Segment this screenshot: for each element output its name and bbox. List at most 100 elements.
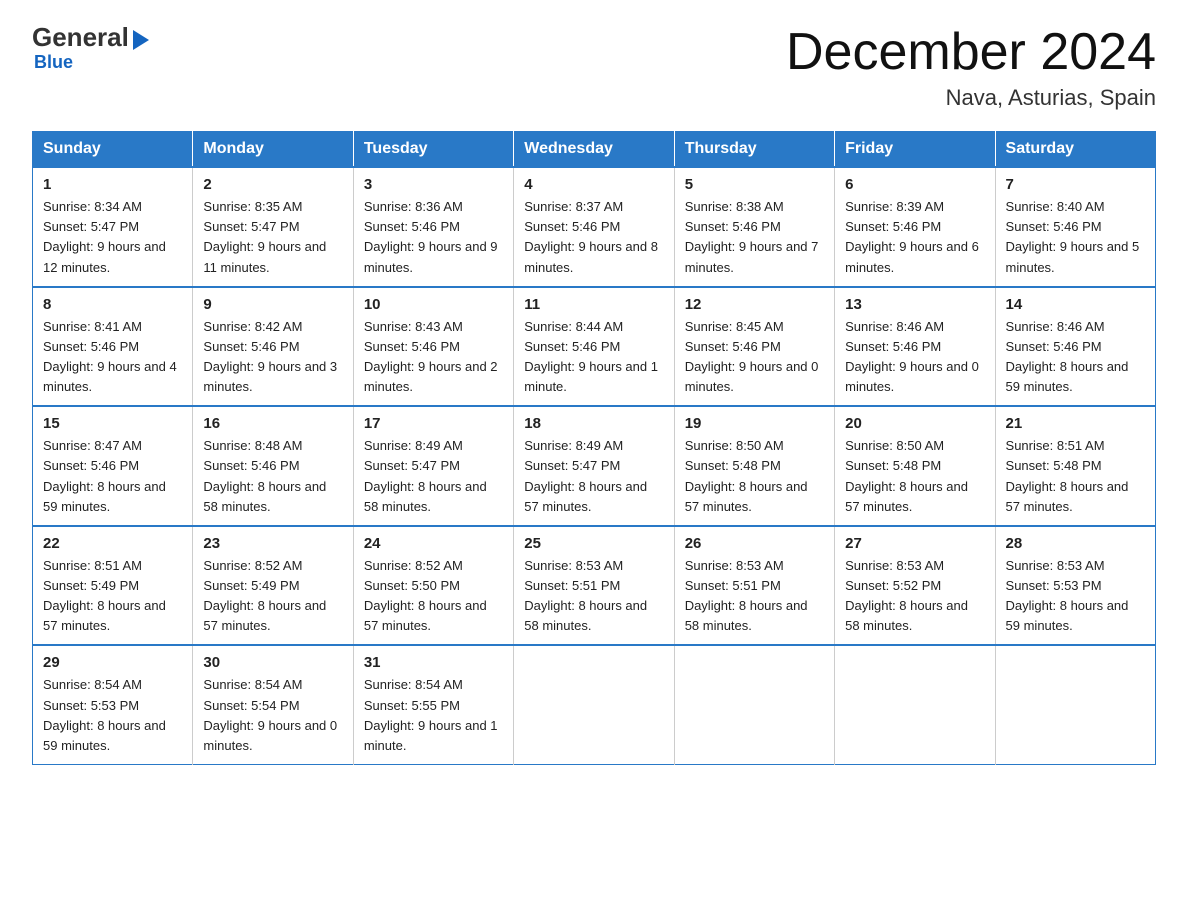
calendar-cell: 3 Sunrise: 8:36 AMSunset: 5:46 PMDaylight… [353, 167, 513, 287]
calendar-cell [674, 645, 834, 764]
calendar-cell: 7 Sunrise: 8:40 AMSunset: 5:46 PMDaylight… [995, 167, 1155, 287]
day-info: Sunrise: 8:53 AMSunset: 5:51 PMDaylight:… [524, 556, 663, 637]
day-info: Sunrise: 8:40 AMSunset: 5:46 PMDaylight:… [1006, 197, 1145, 278]
calendar-cell: 1 Sunrise: 8:34 AMSunset: 5:47 PMDaylight… [33, 167, 193, 287]
day-number: 1 [43, 176, 182, 193]
day-info: Sunrise: 8:45 AMSunset: 5:46 PMDaylight:… [685, 317, 824, 398]
calendar-cell: 20 Sunrise: 8:50 AMSunset: 5:48 PMDayligh… [835, 406, 995, 526]
calendar-cell: 14 Sunrise: 8:46 AMSunset: 5:46 PMDayligh… [995, 287, 1155, 407]
day-info: Sunrise: 8:49 AMSunset: 5:47 PMDaylight:… [364, 436, 503, 517]
day-number: 19 [685, 415, 824, 432]
day-info: Sunrise: 8:46 AMSunset: 5:46 PMDaylight:… [1006, 317, 1145, 398]
calendar-cell: 2Sunrise: 8:35 AMSunset: 5:47 PMDaylight… [193, 167, 353, 287]
day-number: 7 [1006, 176, 1145, 193]
day-number: 11 [524, 296, 663, 313]
calendar-cell: 26 Sunrise: 8:53 AMSunset: 5:51 PMDayligh… [674, 526, 834, 646]
day-number: 14 [1006, 296, 1145, 313]
calendar-cell [514, 645, 674, 764]
calendar-week-5: 29 Sunrise: 8:54 AMSunset: 5:53 PMDayligh… [33, 645, 1156, 764]
day-info: Sunrise: 8:47 AMSunset: 5:46 PMDaylight:… [43, 436, 182, 517]
logo: General Blue [32, 24, 153, 73]
day-of-week-wednesday: Wednesday [514, 132, 674, 168]
page-header: General Blue December 2024 Nava, Asturia… [32, 24, 1156, 111]
calendar-cell: 24Sunrise: 8:52 AMSunset: 5:50 PMDayligh… [353, 526, 513, 646]
day-number: 31 [364, 654, 503, 671]
day-of-week-saturday: Saturday [995, 132, 1155, 168]
day-number: 4 [524, 176, 663, 193]
day-number: 29 [43, 654, 182, 671]
day-info: Sunrise: 8:50 AMSunset: 5:48 PMDaylight:… [845, 436, 984, 517]
calendar-header: SundayMondayTuesdayWednesdayThursdayFrid… [33, 132, 1156, 168]
day-number: 16 [203, 415, 342, 432]
calendar-cell [835, 645, 995, 764]
day-info: Sunrise: 8:34 AMSunset: 5:47 PMDaylight:… [43, 197, 182, 278]
calendar-cell: 9Sunrise: 8:42 AMSunset: 5:46 PMDaylight… [193, 287, 353, 407]
day-number: 28 [1006, 535, 1145, 552]
day-number: 3 [364, 176, 503, 193]
calendar-cell: 4Sunrise: 8:37 AMSunset: 5:46 PMDaylight… [514, 167, 674, 287]
day-number: 27 [845, 535, 984, 552]
day-info: Sunrise: 8:48 AMSunset: 5:46 PMDaylight:… [203, 436, 342, 517]
calendar-cell: 12 Sunrise: 8:45 AMSunset: 5:46 PMDayligh… [674, 287, 834, 407]
day-info: Sunrise: 8:50 AMSunset: 5:48 PMDaylight:… [685, 436, 824, 517]
day-info: Sunrise: 8:44 AMSunset: 5:46 PMDaylight:… [524, 317, 663, 398]
day-info: Sunrise: 8:53 AMSunset: 5:51 PMDaylight:… [685, 556, 824, 637]
day-number: 5 [685, 176, 824, 193]
day-number: 20 [845, 415, 984, 432]
calendar-cell: 29 Sunrise: 8:54 AMSunset: 5:53 PMDayligh… [33, 645, 193, 764]
title-area: December 2024 Nava, Asturias, Spain [786, 24, 1156, 111]
day-info: Sunrise: 8:52 AMSunset: 5:49 PMDaylight:… [203, 556, 342, 637]
day-number: 15 [43, 415, 182, 432]
day-number: 8 [43, 296, 182, 313]
calendar-cell [995, 645, 1155, 764]
calendar-cell: 31 Sunrise: 8:54 AMSunset: 5:55 PMDayligh… [353, 645, 513, 764]
day-info: Sunrise: 8:38 AMSunset: 5:46 PMDaylight:… [685, 197, 824, 278]
calendar-subtitle: Nava, Asturias, Spain [786, 85, 1156, 111]
calendar-cell: 30Sunrise: 8:54 AMSunset: 5:54 PMDayligh… [193, 645, 353, 764]
day-info: Sunrise: 8:35 AMSunset: 5:47 PMDaylight:… [203, 197, 342, 278]
day-info: Sunrise: 8:52 AMSunset: 5:50 PMDaylight:… [364, 556, 503, 637]
calendar-cell: 17 Sunrise: 8:49 AMSunset: 5:47 PMDayligh… [353, 406, 513, 526]
day-info: Sunrise: 8:46 AMSunset: 5:46 PMDaylight:… [845, 317, 984, 398]
day-number: 18 [524, 415, 663, 432]
calendar-table: SundayMondayTuesdayWednesdayThursdayFrid… [32, 131, 1156, 765]
day-of-week-monday: Monday [193, 132, 353, 168]
day-number: 23 [203, 535, 342, 552]
day-info: Sunrise: 8:54 AMSunset: 5:55 PMDaylight:… [364, 675, 503, 756]
day-info: Sunrise: 8:39 AMSunset: 5:46 PMDaylight:… [845, 197, 984, 278]
calendar-cell: 22 Sunrise: 8:51 AMSunset: 5:49 PMDayligh… [33, 526, 193, 646]
day-number: 25 [524, 535, 663, 552]
day-info: Sunrise: 8:53 AMSunset: 5:53 PMDaylight:… [1006, 556, 1145, 637]
calendar-title: December 2024 [786, 24, 1156, 81]
day-number: 26 [685, 535, 824, 552]
day-info: Sunrise: 8:43 AMSunset: 5:46 PMDaylight:… [364, 317, 503, 398]
calendar-week-1: 1 Sunrise: 8:34 AMSunset: 5:47 PMDaylight… [33, 167, 1156, 287]
logo-triangle-icon [133, 30, 149, 50]
day-info: Sunrise: 8:51 AMSunset: 5:49 PMDaylight:… [43, 556, 182, 637]
calendar-cell: 11 Sunrise: 8:44 AMSunset: 5:46 PMDayligh… [514, 287, 674, 407]
day-number: 22 [43, 535, 182, 552]
day-info: Sunrise: 8:49 AMSunset: 5:47 PMDaylight:… [524, 436, 663, 517]
calendar-cell: 21Sunrise: 8:51 AMSunset: 5:48 PMDayligh… [995, 406, 1155, 526]
day-number: 9 [203, 296, 342, 313]
logo-general: General [32, 24, 129, 50]
calendar-cell: 28 Sunrise: 8:53 AMSunset: 5:53 PMDayligh… [995, 526, 1155, 646]
calendar-cell: 18 Sunrise: 8:49 AMSunset: 5:47 PMDayligh… [514, 406, 674, 526]
calendar-cell: 27Sunrise: 8:53 AMSunset: 5:52 PMDayligh… [835, 526, 995, 646]
calendar-cell: 19 Sunrise: 8:50 AMSunset: 5:48 PMDayligh… [674, 406, 834, 526]
day-info: Sunrise: 8:54 AMSunset: 5:53 PMDaylight:… [43, 675, 182, 756]
day-number: 17 [364, 415, 503, 432]
day-of-week-sunday: Sunday [33, 132, 193, 168]
day-number: 12 [685, 296, 824, 313]
day-number: 30 [203, 654, 342, 671]
day-info: Sunrise: 8:36 AMSunset: 5:46 PMDaylight:… [364, 197, 503, 278]
day-of-week-thursday: Thursday [674, 132, 834, 168]
calendar-week-3: 15 Sunrise: 8:47 AMSunset: 5:46 PMDayligh… [33, 406, 1156, 526]
logo-text: General [32, 24, 153, 50]
calendar-cell: 15 Sunrise: 8:47 AMSunset: 5:46 PMDayligh… [33, 406, 193, 526]
day-number: 10 [364, 296, 503, 313]
calendar-cell: 8Sunrise: 8:41 AMSunset: 5:46 PMDaylight… [33, 287, 193, 407]
day-number: 13 [845, 296, 984, 313]
calendar-cell: 23 Sunrise: 8:52 AMSunset: 5:49 PMDayligh… [193, 526, 353, 646]
calendar-cell: 6Sunrise: 8:39 AMSunset: 5:46 PMDaylight… [835, 167, 995, 287]
